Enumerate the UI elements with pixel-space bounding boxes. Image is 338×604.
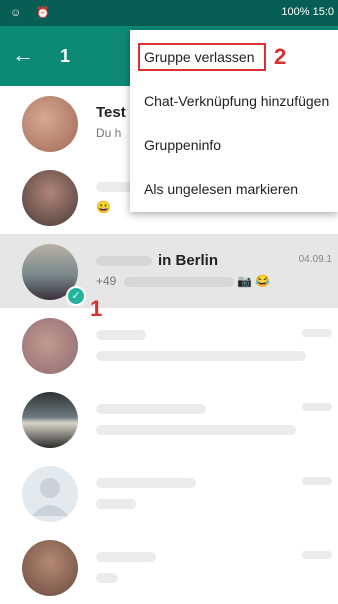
overflow-menu: Gruppe verlassen Chat-Verknüpfung hinzuf…	[130, 30, 338, 212]
chat-time	[302, 476, 332, 487]
chat-time	[302, 550, 332, 561]
annotation-number-two: 2	[274, 44, 287, 69]
annotation-number-one: 1	[90, 296, 103, 321]
chat-row[interactable]	[0, 456, 338, 530]
camera-icon: 📷 😂	[237, 274, 271, 288]
selected-count: 1	[60, 46, 71, 66]
chat-name	[96, 400, 206, 417]
avatar	[22, 392, 78, 448]
chat-subtitle	[96, 348, 306, 362]
chat-time	[302, 402, 332, 413]
chat-subtitle: Du h	[96, 126, 122, 140]
chat-row-selected[interactable]: ✓ in Berlin 04.09.1 +49 📷 😂	[0, 234, 338, 308]
chat-row[interactable]	[0, 382, 338, 456]
menu-item-mark-unread[interactable]: Als ungelesen markieren	[130, 168, 338, 212]
avatar	[22, 466, 78, 522]
chat-subtitle	[96, 496, 136, 510]
chat-name	[96, 474, 196, 491]
chat-name	[96, 548, 156, 565]
chat-name: in Berlin	[96, 252, 218, 269]
chat-row[interactable]	[0, 530, 338, 604]
chat-time	[302, 328, 332, 339]
chat-row[interactable]	[0, 308, 338, 382]
chat-subtitle: 😀	[96, 200, 111, 214]
status-bar: ☺ ⏰ 100% 15:0	[0, 0, 338, 26]
chat-subtitle	[96, 570, 118, 584]
menu-item-group-info[interactable]: Gruppeninfo	[130, 124, 338, 168]
check-icon: ✓	[66, 286, 86, 306]
avatar	[22, 170, 78, 226]
default-avatar-icon	[32, 478, 68, 516]
avatar	[22, 318, 78, 374]
back-arrow-icon[interactable]: ←	[12, 44, 34, 66]
chat-name: Test	[96, 104, 126, 121]
chat-time: 04.09.1	[298, 254, 332, 265]
status-right-text: 100% 15:0	[281, 6, 334, 18]
menu-item-add-shortcut[interactable]: Chat-Verknüpfung hinzufügen	[130, 80, 338, 124]
chat-name	[96, 326, 146, 343]
avatar	[22, 540, 78, 596]
chat-subtitle: +49 📷 😂	[96, 274, 271, 288]
chat-subtitle	[96, 422, 296, 436]
avatar	[22, 96, 78, 152]
menu-item-leave-group[interactable]: Gruppe verlassen	[130, 36, 338, 80]
status-left-icons: ☺ ⏰	[10, 7, 56, 19]
